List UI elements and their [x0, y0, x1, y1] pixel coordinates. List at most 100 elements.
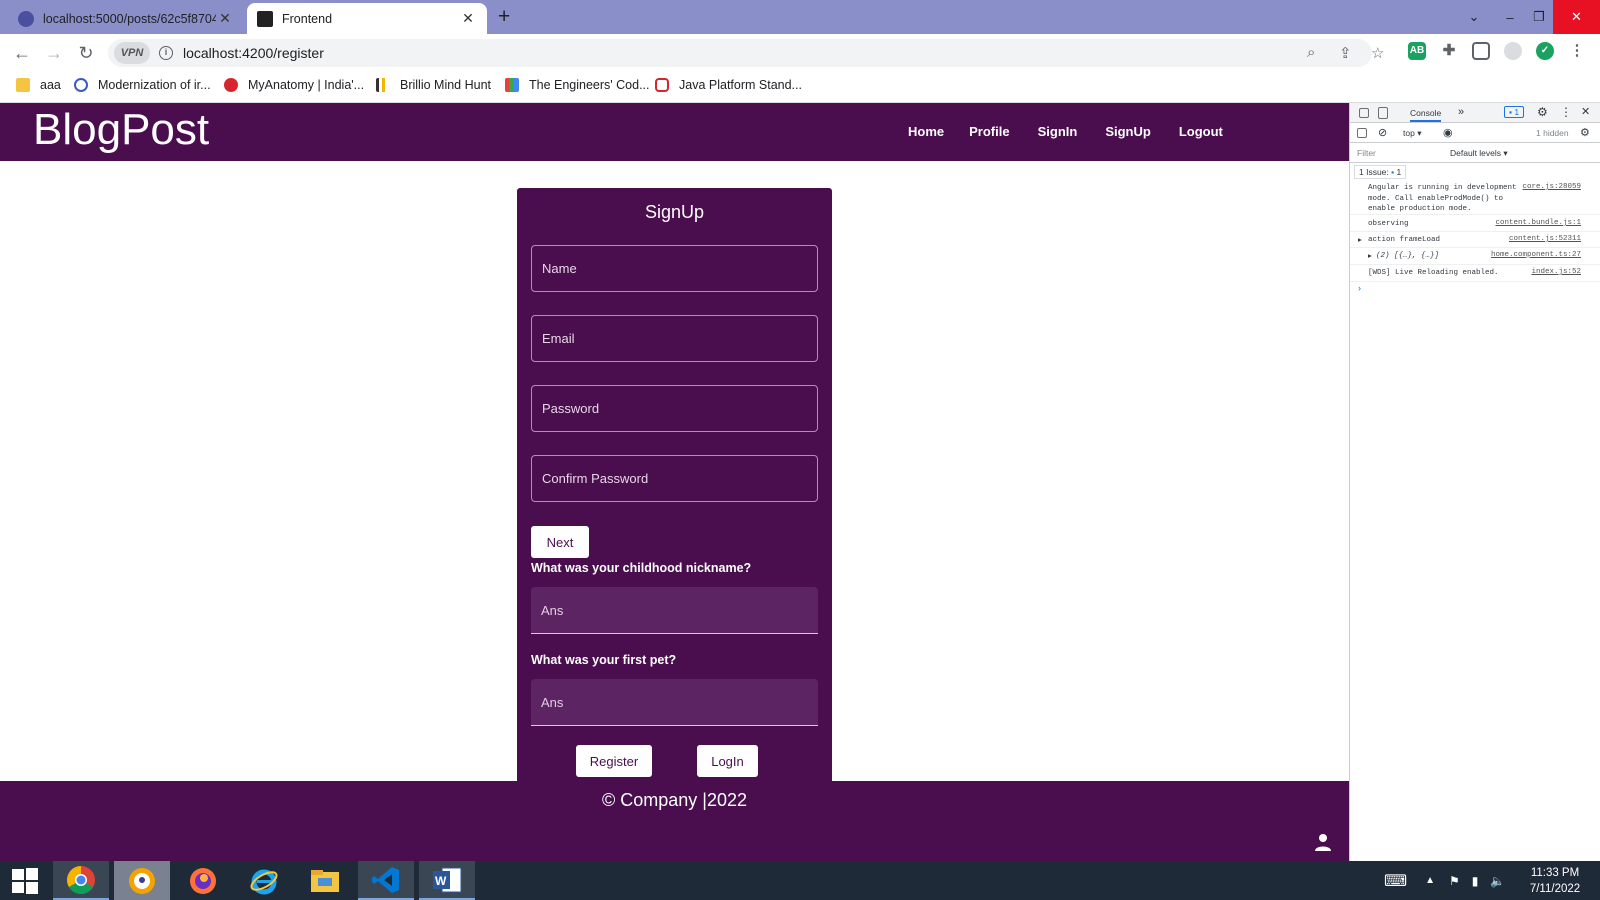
- bookmark-aaa[interactable]: aaa: [16, 78, 61, 92]
- url-text[interactable]: localhost:4200/register: [183, 45, 324, 61]
- password-input[interactable]: [532, 386, 817, 431]
- log-source-link[interactable]: content.js:52311: [1509, 235, 1581, 243]
- profile-icon[interactable]: [1504, 42, 1522, 60]
- filter-input[interactable]: Filter: [1357, 148, 1442, 158]
- device-toolbar-icon[interactable]: [1378, 107, 1388, 119]
- close-tab-icon[interactable]: ✕: [459, 10, 477, 27]
- nav-signup[interactable]: SignUp: [1105, 124, 1151, 139]
- nav-logout[interactable]: Logout: [1179, 124, 1223, 139]
- taskbar-firefox[interactable]: [175, 861, 231, 900]
- bookmark-brillio[interactable]: Brillio Mind Hunt: [376, 78, 491, 92]
- keyboard-icon[interactable]: ⌨: [1384, 871, 1407, 891]
- login-button[interactable]: LogIn: [697, 745, 758, 777]
- log-source-link[interactable]: home.component.ts:27: [1491, 251, 1581, 259]
- minimize-icon[interactable]: –: [1498, 0, 1522, 34]
- bookmark-myanatomy[interactable]: MyAnatomy | India'...: [224, 78, 364, 92]
- new-tab-icon[interactable]: +: [498, 5, 510, 29]
- taskbar-internet-explorer[interactable]: [236, 861, 292, 900]
- tab-frontend[interactable]: Frontend ✕: [247, 3, 487, 34]
- forward-icon[interactable]: →: [43, 42, 65, 64]
- nav-signin[interactable]: SignIn: [1038, 124, 1078, 139]
- context-select[interactable]: top ▾: [1403, 128, 1421, 139]
- show-hidden-icons-icon[interactable]: ▲: [1425, 875, 1435, 886]
- password-field[interactable]: [531, 385, 818, 432]
- console-message[interactable]: ▸ action frameLoad content.js:52311: [1350, 233, 1600, 248]
- log-source-link[interactable]: core.js:28059: [1522, 183, 1581, 191]
- bookmark-star-icon[interactable]: ☆: [1371, 44, 1384, 62]
- taskbar-file-explorer[interactable]: [297, 861, 353, 900]
- taskbar-brave[interactable]: [114, 861, 170, 900]
- context-label: top: [1403, 128, 1415, 138]
- back-icon[interactable]: ←: [11, 42, 33, 64]
- zoom-icon[interactable]: ⌕: [1307, 44, 1315, 61]
- answer-1-field[interactable]: [531, 587, 818, 634]
- bookmark-engineers[interactable]: The Engineers' Cod...: [505, 78, 650, 92]
- close-tab-icon[interactable]: ✕: [216, 10, 234, 27]
- extensions-puzzle-icon[interactable]: ✚: [1440, 42, 1458, 60]
- issues-bar[interactable]: 1 Issue: ▪ 1: [1354, 165, 1407, 179]
- tab-posts[interactable]: localhost:5000/posts/62c5f87049 ✕: [8, 3, 244, 34]
- brand-logo[interactable]: BlogPost: [33, 105, 209, 155]
- name-field[interactable]: [531, 245, 818, 292]
- site-info-icon[interactable]: i: [159, 46, 173, 60]
- battery-icon[interactable]: ▮: [1472, 874, 1479, 888]
- log-source-link[interactable]: index.js:52: [1531, 268, 1581, 276]
- expand-arrow-icon[interactable]: ▸: [1368, 251, 1372, 261]
- inspect-element-icon[interactable]: [1359, 108, 1369, 118]
- tab-search-icon[interactable]: ⌄: [1462, 0, 1486, 34]
- clear-console-icon[interactable]: ⊘: [1378, 126, 1387, 139]
- answer-1-input[interactable]: [531, 587, 818, 633]
- answer-2-input[interactable]: [531, 679, 818, 725]
- confirm-password-field[interactable]: [531, 455, 818, 502]
- close-window-icon[interactable]: ✕: [1553, 0, 1600, 34]
- devtools-menu-icon[interactable]: ⋮: [1560, 105, 1572, 119]
- adblock-extension-icon[interactable]: AB: [1408, 42, 1426, 60]
- user-icon[interactable]: [1313, 832, 1333, 852]
- bookmark-modernization[interactable]: Modernization of ir...: [74, 78, 211, 92]
- next-button[interactable]: Next: [531, 526, 589, 558]
- reload-icon[interactable]: ↻: [75, 42, 97, 64]
- live-expression-eye-icon[interactable]: ◉: [1443, 126, 1453, 139]
- side-panel-icon[interactable]: [1472, 42, 1490, 60]
- email-field[interactable]: [531, 315, 818, 362]
- default-levels-select[interactable]: Default levels ▾: [1450, 148, 1508, 159]
- restore-icon[interactable]: ❐: [1527, 0, 1551, 34]
- brillio-icon: [376, 78, 390, 92]
- email-input[interactable]: [532, 316, 817, 361]
- menu-dots-icon[interactable]: ⋮: [1568, 42, 1586, 60]
- browser-toolbar: ← → ↻ VPN i localhost:4200/register ⌕ ⇪ …: [0, 34, 1600, 71]
- vpn-icon[interactable]: VPN: [114, 42, 150, 64]
- taskbar-chrome[interactable]: [53, 861, 109, 900]
- issues-badge[interactable]: ▪ 1: [1504, 106, 1525, 118]
- issues-count: 1: [1396, 167, 1402, 177]
- sidebar-toggle-icon[interactable]: [1357, 128, 1367, 138]
- start-button[interactable]: [0, 861, 50, 900]
- volume-icon[interactable]: 🔈: [1490, 874, 1505, 888]
- register-button[interactable]: Register: [576, 745, 652, 777]
- action-center-flag-icon[interactable]: ⚑: [1449, 874, 1460, 888]
- address-bar[interactable]: VPN i localhost:4200/register ⌕ ⇪ ☆: [108, 39, 1384, 67]
- devtools-tab-console[interactable]: Console: [1410, 108, 1442, 122]
- console-prompt-icon[interactable]: ›: [1358, 283, 1361, 293]
- nav-profile[interactable]: Profile: [969, 124, 1009, 139]
- more-tabs-icon[interactable]: »: [1458, 106, 1464, 118]
- nav-home[interactable]: Home: [908, 124, 944, 139]
- shield-extension-icon[interactable]: ✓: [1536, 42, 1554, 60]
- posts-favicon-icon: [18, 10, 34, 27]
- settings-gear-icon[interactable]: ⚙: [1537, 105, 1548, 119]
- answer-2-field[interactable]: [531, 679, 818, 726]
- share-icon[interactable]: ⇪: [1339, 44, 1352, 62]
- oracle-icon: [655, 78, 669, 92]
- taskbar-word[interactable]: W: [419, 861, 475, 900]
- confirm-password-input[interactable]: [532, 456, 817, 501]
- console-message[interactable]: ▸ (2) [{…}, {…}] home.component.ts:27: [1350, 249, 1600, 265]
- bookmark-java[interactable]: Java Platform Stand...: [655, 78, 802, 92]
- vscode-icon: [372, 866, 399, 893]
- console-settings-icon[interactable]: ⚙: [1580, 126, 1590, 139]
- name-input[interactable]: [532, 246, 817, 291]
- taskbar-vscode[interactable]: [358, 861, 414, 900]
- devtools-close-icon[interactable]: ✕: [1581, 105, 1590, 118]
- log-source-link[interactable]: content.bundle.js:1: [1495, 219, 1581, 227]
- expand-arrow-icon[interactable]: ▸: [1358, 235, 1362, 245]
- system-clock[interactable]: 11:33 PM 7/11/2022: [1516, 865, 1594, 897]
